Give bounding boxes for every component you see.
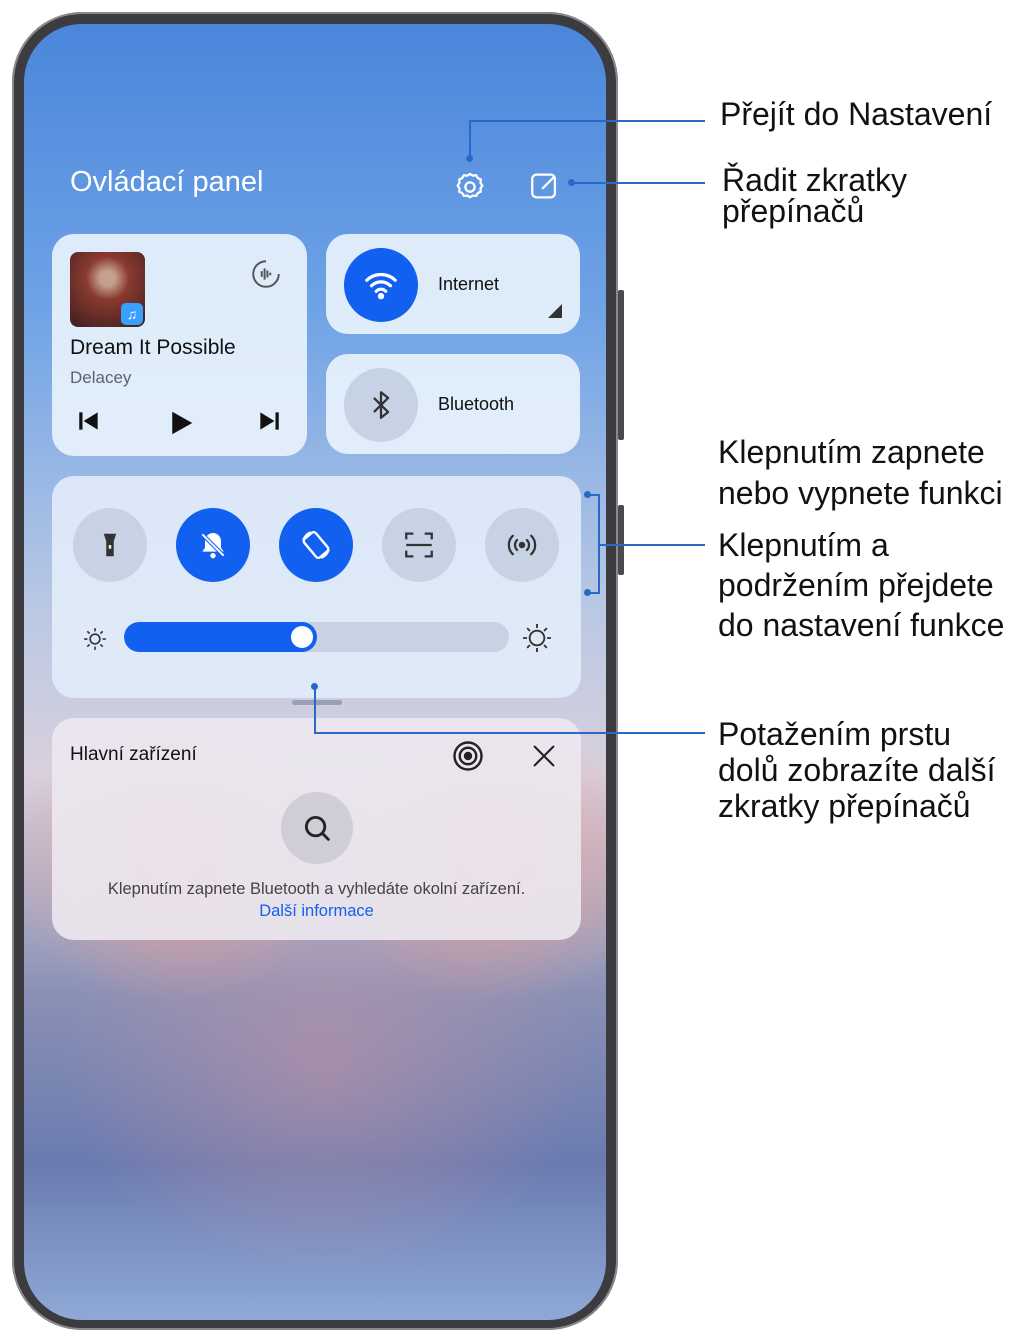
expand-handle[interactable] [292, 700, 342, 705]
annotation-sort: Řadit zkratky přepínačů [722, 162, 907, 230]
annotation-swipe: Potažením prstu dolů zobrazíte další zkr… [718, 716, 996, 824]
brightness-slider[interactable] [124, 622, 509, 652]
auto-rotate-icon[interactable] [279, 508, 353, 582]
annotation-toggle-line1: Klepnutím zapnete [718, 434, 985, 470]
devices-title: Hlavní zařízení [70, 744, 197, 765]
audio-output-icon[interactable] [248, 256, 284, 292]
devices-hint-text: Klepnutím zapnete Bluetooth a vyhledáte … [107, 880, 526, 898]
annotation-settings: Přejít do Nastavení [720, 96, 993, 132]
annotation-dot-sort [568, 179, 575, 186]
more-info-link[interactable]: Další informace [259, 902, 374, 920]
song-artist: Delacey [70, 368, 132, 387]
brightness-knob[interactable] [291, 626, 313, 648]
annotation-hold-line3: do nastavení funkce [718, 607, 1005, 643]
album-cover[interactable]: ♫ [70, 252, 145, 327]
brightness-fill [124, 622, 317, 652]
next-icon[interactable] [254, 406, 284, 436]
annotation-hold-line2: podržením přejdete [718, 567, 994, 603]
annotation-dot-settings [466, 155, 473, 162]
nfc-icon[interactable] [485, 508, 559, 582]
annotation-hold-line1: Klepnutím a [718, 527, 889, 563]
brightness-low-icon [80, 624, 110, 654]
annotation-swipe-line2: dolů zobrazíte další [718, 752, 996, 788]
volume-button [618, 290, 624, 440]
bluetooth-tile[interactable]: Bluetooth [326, 354, 580, 454]
devices-card: Hlavní zařízení Klepnutím zapnete Blueto… [52, 718, 581, 940]
annotation-toggle-line2: nebo vypnete funkci [718, 475, 1003, 511]
close-icon[interactable] [526, 738, 562, 774]
song-title: Dream It Possible [70, 336, 236, 359]
devices-hint: Klepnutím zapnete Bluetooth a vyhledáte … [92, 878, 541, 922]
music-card[interactable]: ♫ Dream It Possible Delacey [52, 234, 307, 456]
gear-icon[interactable] [452, 169, 488, 205]
scan-icon[interactable] [382, 508, 456, 582]
music-app-icon: ♫ [121, 303, 143, 325]
annotation-toggle: Klepnutím zapnete nebo vypnete funkci [718, 432, 1003, 514]
control-panel-screen: Ovládací panel ♫ Dream It Possible Delac… [24, 24, 606, 1320]
edit-icon[interactable] [526, 167, 564, 205]
annotation-line-switches [599, 544, 705, 546]
search-button[interactable] [281, 792, 353, 864]
quick-switches-card [52, 476, 581, 705]
annotation-line-swipe-v [314, 686, 316, 734]
wifi-icon[interactable] [344, 248, 418, 322]
silent-icon[interactable] [176, 508, 250, 582]
power-button [618, 505, 624, 575]
play-icon[interactable] [164, 406, 198, 440]
flashlight-icon[interactable] [73, 508, 147, 582]
annotation-line-sort [572, 182, 705, 184]
annotation-dot-bracket-top [584, 491, 591, 498]
annotation-dot-swipe [311, 683, 318, 690]
annotation-swipe-line3: zkratky přepínačů [718, 788, 971, 824]
expand-corner-icon [548, 304, 562, 318]
bluetooth-label: Bluetooth [438, 394, 515, 414]
annotation-swipe-line1: Potažením prstu [718, 716, 951, 752]
annotation-line-settings-h [469, 120, 705, 122]
internet-tile[interactable]: Internet [326, 234, 580, 334]
annotation-line-swipe-h [314, 732, 705, 734]
brightness-high-icon [520, 621, 554, 655]
internet-label: Internet [438, 274, 500, 294]
page-title: Ovládací panel [70, 166, 264, 198]
previous-icon[interactable] [74, 406, 104, 436]
annotation-dot-bracket-bottom [584, 589, 591, 596]
cast-target-icon[interactable] [448, 736, 488, 776]
annotation-line-settings-v [469, 120, 471, 160]
annotation-hold: Klepnutím a podržením přejdete do nastav… [718, 525, 1004, 645]
bluetooth-icon[interactable] [344, 368, 418, 442]
search-icon [304, 815, 330, 841]
